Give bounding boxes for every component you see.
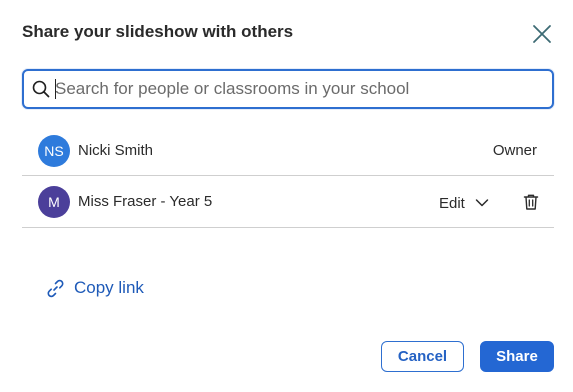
cancel-button[interactable]: Cancel [381,341,464,372]
close-icon [533,25,551,43]
person-row-collaborator: M Miss Fraser - Year 5 Edit [22,177,554,228]
role-dropdown[interactable]: Edit [439,193,489,213]
link-icon [47,279,64,297]
avatar: M [38,186,70,218]
copy-link-button[interactable]: Copy link [46,278,144,298]
text-caret [55,79,56,99]
search-box[interactable] [22,69,554,109]
close-button[interactable] [529,21,555,47]
role-label: Owner [492,142,537,159]
search-input[interactable] [55,71,540,107]
search-icon [32,80,50,98]
person-row-owner: NS Nicki Smith Owner [22,126,554,176]
person-name: Nicki Smith [78,142,154,159]
share-button[interactable]: Share [480,341,554,372]
trash-icon [523,194,539,210]
person-name: Miss Fraser - Year 5 [78,193,213,210]
dialog-title: Share your slideshow with others [22,22,294,41]
avatar: NS [38,135,70,167]
remove-person-button[interactable] [522,193,540,211]
share-dialog: Share your slideshow with others NS Nick… [0,0,573,392]
copy-link-label: Copy link [74,278,144,297]
role-dropdown-label: Edit [439,194,465,212]
chevron-down-icon [475,199,489,207]
